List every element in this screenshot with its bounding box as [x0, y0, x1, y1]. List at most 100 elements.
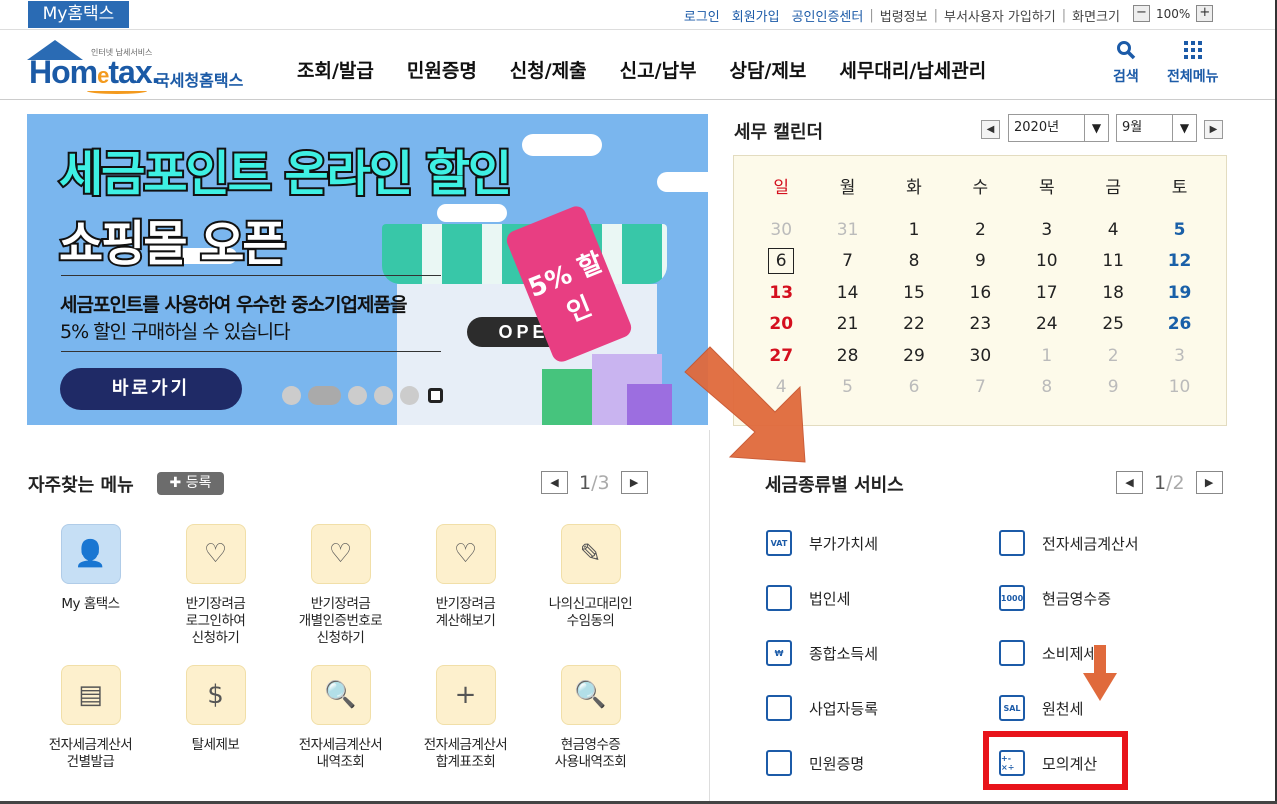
calendar-day[interactable]: 10: [1146, 372, 1212, 403]
calendar-day[interactable]: 3: [1014, 215, 1080, 246]
next-month-button[interactable]: ▶: [1204, 120, 1223, 139]
dept-user-signup-link[interactable]: 부서사용자 가입하기: [944, 6, 1056, 25]
search-button[interactable]: 검색: [1113, 40, 1139, 86]
nav-item-inquiry[interactable]: 조회/발급: [297, 56, 374, 83]
calendar-day[interactable]: 5: [1146, 215, 1212, 246]
slide-dot[interactable]: [400, 386, 419, 405]
zoom-in-button[interactable]: +: [1196, 5, 1214, 22]
next-page-button[interactable]: ▶: [620, 471, 648, 494]
calendar-day[interactable]: 19: [1146, 278, 1212, 309]
calendar-day[interactable]: 6: [881, 372, 947, 403]
all-menu-button[interactable]: 전체메뉴: [1167, 40, 1219, 86]
hometax-logo[interactable]: Hometax. 인터넷 납세서비스 국세청홈택스: [27, 40, 257, 95]
prev-page-button[interactable]: ◀: [1116, 471, 1143, 494]
signup-link[interactable]: 회원가입: [732, 6, 780, 25]
frequent-menu-pager: ◀ 1/3 ▶: [541, 471, 648, 494]
top-utility-bar: My홈택스 로그인 회원가입 공인인증센터 | 법령정보 | 부서사용자 가입하…: [0, 0, 1277, 30]
calendar-day[interactable]: 4: [1080, 215, 1146, 246]
slide-dot[interactable]: [374, 386, 393, 405]
tax-service-item[interactable]: 전자세금계산서: [996, 527, 1139, 559]
tax-service-item[interactable]: 법인세: [763, 582, 850, 614]
tax-service-item[interactable]: 1000 현금영수증: [996, 582, 1111, 614]
calendar-day[interactable]: 8: [1014, 372, 1080, 403]
nav-item-apply[interactable]: 신청/제출: [510, 56, 587, 83]
frequent-menu-item[interactable]: 🔍 현금영수증 사용내역조회: [528, 665, 653, 771]
calendar-day[interactable]: 29: [881, 341, 947, 372]
calendar-day[interactable]: 22: [881, 309, 947, 340]
year-select[interactable]: 2020년 ▼: [1008, 114, 1109, 142]
calendar-day[interactable]: 17: [1014, 278, 1080, 309]
nav-item-civil[interactable]: 민원증명: [407, 56, 477, 83]
slide-dot[interactable]: [282, 386, 301, 405]
calendar-day[interactable]: 12: [1146, 246, 1212, 277]
banner-go-button[interactable]: 바로가기: [60, 368, 242, 410]
calendar-day[interactable]: 26: [1146, 309, 1212, 340]
frequent-menu-item[interactable]: ♡ 반기장려금 로그인하여 신청하기: [153, 524, 278, 647]
icon-glyph: [999, 530, 1025, 556]
person-icon: 👤: [60, 524, 121, 584]
calendar-day[interactable]: 30: [947, 341, 1013, 372]
calendar-day[interactable]: 2: [947, 215, 1013, 246]
login-link[interactable]: 로그인: [684, 6, 720, 25]
tax-service-item[interactable]: 민원증명: [763, 747, 864, 779]
calendar-day[interactable]: 16: [947, 278, 1013, 309]
frequent-menu-label: 반기장려금 개별인증번호로 신청하기: [298, 596, 383, 646]
screen-size-label: 화면크기: [1072, 10, 1120, 25]
calendar-day[interactable]: 2: [1080, 341, 1146, 372]
calendar-day[interactable]: 23: [947, 309, 1013, 340]
frequent-menu-item[interactable]: 👤 My 홈택스: [28, 524, 153, 613]
calendar-day[interactable]: 1: [881, 215, 947, 246]
slide-dot[interactable]: [348, 386, 367, 405]
law-info-link[interactable]: 법령정보: [880, 6, 928, 25]
nav-item-report[interactable]: 신고/납부: [620, 56, 697, 83]
nav-item-agent[interactable]: 세무대리/납세관리: [839, 56, 986, 83]
pause-button[interactable]: [428, 388, 443, 403]
prev-page-button[interactable]: ◀: [541, 471, 568, 494]
calendar-day[interactable]: 18: [1080, 278, 1146, 309]
calendar-day-today[interactable]: 6: [748, 246, 814, 277]
tax-service-item[interactable]: ₩ 종합소득세: [763, 637, 878, 669]
calendar-day[interactable]: 13: [748, 278, 814, 309]
frequent-menu-item[interactable]: ✎ 나의신고대리인 수임동의: [528, 524, 653, 630]
calendar-day[interactable]: 7: [814, 246, 880, 277]
frequent-menu-item[interactable]: ▤ 전자세금계산서 건별발급: [28, 665, 153, 771]
calendar-day[interactable]: 9: [1080, 372, 1146, 403]
tax-service-item[interactable]: VAT 부가가치세: [763, 527, 878, 559]
promo-banner[interactable]: OPEN 5% 할인 세금포인트 온라인 할인 쇼핑몰 오픈 세금포인트를 사용…: [27, 114, 708, 425]
tax-service-item[interactable]: 사업자등록: [763, 692, 878, 724]
calendar-day[interactable]: 15: [881, 278, 947, 309]
frequent-menu-item[interactable]: $ 탈세제보: [153, 665, 278, 754]
frequent-menu-item[interactable]: + 전자세금계산서 합계표조회: [403, 665, 528, 771]
tax-service-item[interactable]: SAL 원천세: [996, 692, 1083, 724]
frequent-menu-item[interactable]: 🔍 전자세금계산서 내역조회: [278, 665, 403, 771]
calendar-day[interactable]: 14: [814, 278, 880, 309]
calendar-day[interactable]: 24: [1014, 309, 1080, 340]
slide-dot-active[interactable]: [308, 386, 341, 405]
zoom-out-button[interactable]: −: [1133, 5, 1150, 22]
cert-center-link[interactable]: 공인인증센터: [792, 6, 864, 25]
prev-month-button[interactable]: ◀: [981, 120, 1000, 139]
next-page-button[interactable]: ▶: [1195, 471, 1223, 494]
calendar-day[interactable]: 11: [1080, 246, 1146, 277]
calendar-day[interactable]: 30: [748, 215, 814, 246]
month-select[interactable]: 9월 ▼: [1116, 114, 1197, 142]
calendar-day[interactable]: 7: [947, 372, 1013, 403]
calendar-day[interactable]: 20: [748, 309, 814, 340]
frequent-menu-item[interactable]: ♡ 반기장려금 계산해보기: [403, 524, 528, 630]
calendar-day[interactable]: 1: [1014, 341, 1080, 372]
calendar-day[interactable]: 3: [1146, 341, 1212, 372]
tax-service-label: 민원증명: [809, 754, 865, 773]
calendar-day[interactable]: 21: [814, 309, 880, 340]
nav-item-consult[interactable]: 상담/제보: [730, 56, 807, 83]
calendar-day[interactable]: 28: [814, 341, 880, 372]
calendar-day[interactable]: 10: [1014, 246, 1080, 277]
calendar-day[interactable]: 5: [814, 372, 880, 403]
register-button[interactable]: ✚ 등록: [157, 472, 224, 495]
calendar-day[interactable]: 31: [814, 215, 880, 246]
my-hometax-button[interactable]: My홈택스: [28, 1, 129, 28]
icon-glyph: SAL: [999, 695, 1025, 721]
frequent-menu-item[interactable]: ♡ 반기장려금 개별인증번호로 신청하기: [278, 524, 403, 647]
calendar-day[interactable]: 8: [881, 246, 947, 277]
calendar-day[interactable]: 9: [947, 246, 1013, 277]
calendar-day[interactable]: 25: [1080, 309, 1146, 340]
